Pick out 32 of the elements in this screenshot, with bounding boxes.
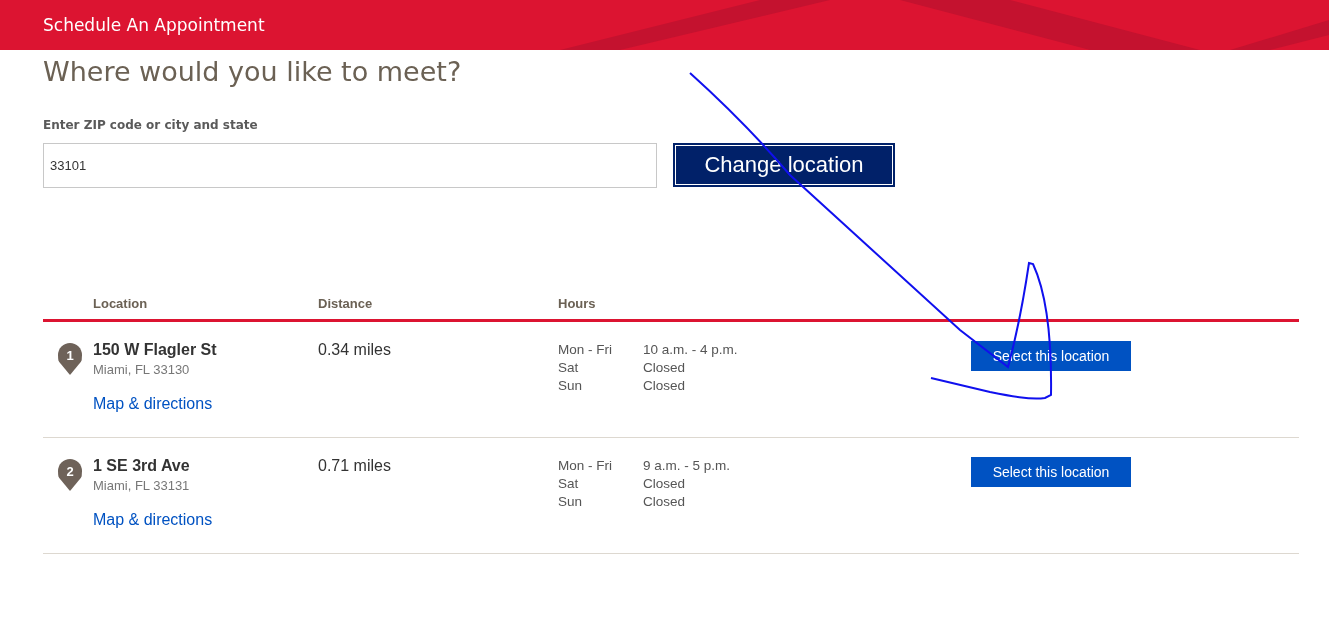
hours-days: Sun (558, 377, 643, 395)
hours-time: Closed (643, 475, 687, 493)
location-address: Miami, FL 33131 (93, 478, 191, 493)
hours-days: Mon - Fri (558, 341, 643, 359)
map-pin-icon: 2 (58, 459, 82, 491)
map-pin-icon: 1 (58, 343, 82, 375)
hours-days: Sat (558, 359, 643, 377)
hours-time: 10 a.m. - 4 p.m. (643, 341, 739, 359)
location-address: Miami, FL 33130 (93, 362, 191, 377)
hours-days: Sun (558, 493, 643, 511)
hours-time: 9 a.m. - 5 p.m. (643, 457, 732, 475)
zip-input-field[interactable]: 33101 (43, 143, 657, 188)
map-directions-link[interactable]: Map & directions (93, 395, 213, 413)
column-header: Hours (558, 296, 597, 311)
field-label: Enter ZIP code or city and state (43, 118, 259, 132)
location-name: 1 SE 3rd Ave (93, 457, 191, 475)
select-location-button[interactable]: Select this location (971, 457, 1131, 487)
hours-days: Sat (558, 475, 643, 493)
page-heading: Where would you like to meet? (43, 55, 463, 89)
distance-text: 0.71 miles (318, 457, 392, 476)
hours-time: Closed (643, 493, 687, 511)
change-location-button[interactable]: Change location (673, 143, 895, 187)
hours-days: Mon - Fri (558, 457, 643, 475)
select-location-button[interactable]: Select this location (971, 341, 1131, 371)
map-directions-link[interactable]: Map & directions (93, 511, 213, 529)
column-header: Distance (318, 296, 374, 311)
location-name: 150 W Flagler St (93, 341, 218, 359)
column-header: Location (93, 296, 149, 311)
header-title: Schedule An Appointment (43, 15, 265, 35)
distance-text: 0.34 miles (318, 341, 392, 360)
hours-time: Closed (643, 377, 687, 395)
hours-time: Closed (643, 359, 687, 377)
